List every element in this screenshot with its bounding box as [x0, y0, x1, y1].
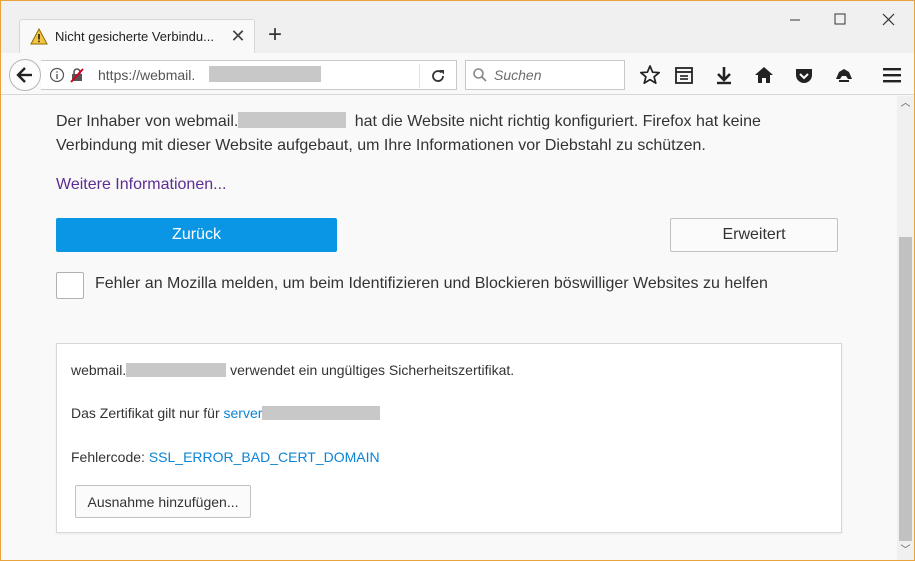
- tab-title: Nicht gesicherte Verbindu...: [55, 29, 214, 44]
- redacted-domain: [209, 66, 321, 82]
- arrow-left-icon: [16, 67, 32, 83]
- scroll-down-icon[interactable]: ﹀: [900, 546, 911, 556]
- warning-icon: [30, 28, 48, 45]
- reload-button[interactable]: [419, 64, 455, 88]
- description-text-start: Der Inhaber von webmail.: [56, 113, 239, 130]
- active-tab[interactable]: Nicht gesicherte Verbindu... ✕: [19, 19, 255, 53]
- minimize-icon: [790, 19, 800, 21]
- more-information-link[interactable]: Weitere Informationen...: [56, 176, 226, 194]
- home-icon[interactable]: [753, 64, 775, 86]
- navigation-toolbar: https://webmail.: [1, 53, 914, 95]
- new-tab-button[interactable]: +: [263, 23, 287, 47]
- redacted-domain-inline: [238, 112, 347, 128]
- advanced-button[interactable]: Erweitert: [670, 218, 838, 252]
- search-bar[interactable]: [465, 60, 625, 90]
- search-input[interactable]: [494, 66, 620, 84]
- redacted-domain-detail: [126, 363, 227, 377]
- reload-icon: [431, 70, 444, 82]
- vertical-scrollbar[interactable]: ︿ ﹀: [897, 96, 914, 560]
- advanced-details-panel: webmail. verwendet ein ungültiges Sicher…: [56, 343, 842, 533]
- error-code-line: Fehlercode: SSL_ERROR_BAD_CERT_DOMAIN: [71, 449, 380, 465]
- domain-prefix: webmail.: [71, 362, 127, 378]
- private-mask-icon[interactable]: [833, 64, 855, 86]
- browser-window: Nicht gesicherte Verbindu... ✕ + https:/…: [0, 0, 915, 561]
- download-icon[interactable]: [713, 64, 735, 86]
- error-page: Der Inhaber von webmail. hat die Website…: [1, 96, 897, 560]
- error-code-label: Fehlercode:: [71, 449, 149, 465]
- error-code-link[interactable]: SSL_ERROR_BAD_CERT_DOMAIN: [149, 449, 380, 465]
- bookmark-star-icon[interactable]: [639, 64, 661, 86]
- certificate-invalid-line: webmail. verwendet ein ungültiges Sicher…: [71, 362, 514, 378]
- report-error-label: Fehler an Mozilla melden, um beim Identi…: [95, 275, 768, 292]
- hamburger-menu-icon[interactable]: [881, 64, 903, 86]
- back-button[interactable]: [9, 59, 41, 91]
- maximize-button[interactable]: [817, 7, 863, 33]
- url-text[interactable]: https://webmail.: [98, 67, 195, 83]
- tab-close-icon[interactable]: ✕: [228, 26, 248, 46]
- add-exception-button[interactable]: Ausnahme hinzufügen...: [75, 485, 251, 518]
- tab-strip: Nicht gesicherte Verbindu... ✕ +: [1, 1, 914, 53]
- minimize-button[interactable]: [772, 7, 818, 33]
- search-icon: [473, 68, 487, 82]
- maximize-icon: [834, 13, 846, 25]
- info-icon[interactable]: [49, 67, 65, 83]
- url-bar[interactable]: https://webmail.: [41, 60, 457, 90]
- certificate-valid-for-line: Das Zertifikat gilt nur für server: [71, 405, 381, 421]
- close-window-button[interactable]: [865, 7, 911, 33]
- valid-for-text: Das Zertifikat gilt nur für: [71, 405, 224, 421]
- server-link[interactable]: server: [224, 405, 263, 421]
- close-icon: [882, 13, 895, 26]
- scrollbar-thumb[interactable]: [899, 237, 912, 541]
- pocket-icon[interactable]: [793, 64, 815, 86]
- report-error-checkbox[interactable]: [56, 272, 84, 299]
- scroll-up-icon[interactable]: ︿: [900, 99, 911, 109]
- invalid-certificate-text: verwendet ein ungültiges Sicherheitszert…: [230, 362, 515, 378]
- insecure-lock-icon[interactable]: [69, 67, 85, 83]
- go-back-button[interactable]: Zurück: [56, 218, 337, 252]
- error-description: Der Inhaber von webmail. hat die Website…: [56, 110, 816, 158]
- reading-list-icon[interactable]: [673, 64, 695, 86]
- redacted-server-name: [262, 406, 381, 420]
